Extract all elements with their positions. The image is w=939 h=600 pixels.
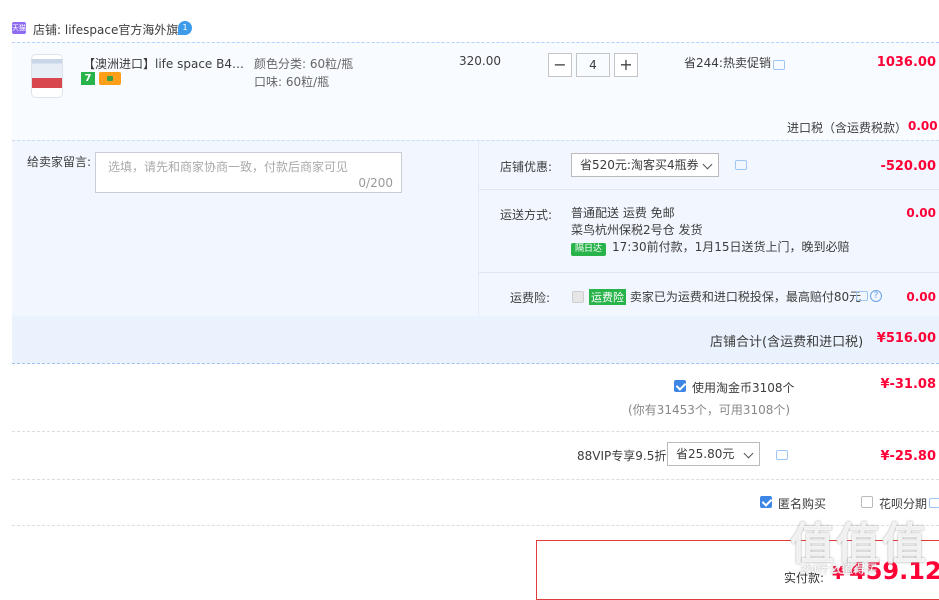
divider xyxy=(479,189,939,190)
shop-discount-label: 店铺优惠: xyxy=(499,160,552,174)
vip-discount-select[interactable]: 省25.80元 xyxy=(667,442,760,466)
shop-header: 天猫 店铺: lifespace官方海外旗 1 xyxy=(0,16,939,42)
divider xyxy=(12,431,939,432)
shop-total-label: 店铺合计(含运费和进口税) xyxy=(710,335,864,350)
promo-text: 省244:热卖促销 xyxy=(684,54,771,71)
shop-label: 店铺: xyxy=(33,23,62,37)
coins-value: ¥-31.08 xyxy=(880,377,936,392)
use-coins-label[interactable]: 使用淘金币3108个 xyxy=(692,379,795,396)
shop-name[interactable]: 店铺: lifespace官方海外旗 xyxy=(33,21,178,38)
coins-balance-note: (你有31453个，可用3108个) xyxy=(628,403,791,417)
import-tax-label: 进口税（含运费税款） xyxy=(787,121,908,135)
message-char-count: 0/200 xyxy=(358,176,393,190)
help-question-icon[interactable]: ? xyxy=(870,290,882,302)
shop-name-link[interactable]: lifespace官方海外旗 xyxy=(65,23,178,37)
chevron-down-icon xyxy=(702,159,713,170)
chevron-down-icon xyxy=(743,448,754,459)
shipping-eta: 隔日达 17:30前付款，1月15日送货上门，晚到必赔 xyxy=(571,239,850,256)
insurance-checkbox xyxy=(572,291,584,303)
import-tax-value: 0.00 xyxy=(908,119,938,133)
vip-value: ¥-25.80 xyxy=(880,449,936,464)
order-item-row: 【澳洲进口】life space B420益生菌 7 颜色分类: 60粒/瓶 口… xyxy=(12,42,939,141)
shipping-label: 运送方式: xyxy=(499,208,552,222)
vip-discount-label: 88VIP专享9.5折 xyxy=(577,449,667,463)
wangwang-chat-icon[interactable]: 1 xyxy=(178,21,192,35)
site-watermark-sub: zhi什么值得买 xyxy=(800,562,878,576)
shipping-value: 0.00 xyxy=(906,206,936,220)
vip-discount-selected: 省25.80元 xyxy=(676,447,735,461)
insurance-info: 运费险 卖家已为运费和进口税投保，最高赔付80元 xyxy=(589,288,861,305)
insurance-text: 卖家已为运费和进口税投保，最高赔付80元 xyxy=(629,290,862,304)
vip-info-icon[interactable] xyxy=(776,450,788,460)
promo-label: 省244:热卖促销 xyxy=(684,56,771,70)
discount-info-icon[interactable] xyxy=(735,160,747,170)
divider xyxy=(479,272,939,273)
qty-minus-button[interactable]: − xyxy=(548,53,572,77)
options-divider xyxy=(478,141,479,316)
shop-discount-selected: 省520元:淘客买4瓶券 xyxy=(580,158,699,172)
shop-discount-select[interactable]: 省520元:淘客买4瓶券 xyxy=(571,153,719,177)
product-image[interactable] xyxy=(32,55,62,97)
tmall-shop-icon: 天猫 xyxy=(12,22,26,34)
shipping-eta-text: 17:30前付款，1月15日送货上门，晚到必赔 xyxy=(612,240,850,254)
message-textarea[interactable]: 选填，请先和商家协商一致，付款后商家可见 0/200 xyxy=(95,152,402,193)
shop-total-bar: 店铺合计(含运费和进口税) ¥516.00 xyxy=(12,316,939,363)
next-day-badge: 隔日达 xyxy=(571,243,607,256)
message-label: 给卖家留言: xyxy=(27,155,92,169)
order-options: 给卖家留言: 选填，请先和商家协商一致，付款后商家可见 0/200 店铺优惠: … xyxy=(12,140,939,364)
insurance-chat-icon[interactable] xyxy=(856,291,868,301)
sku-info: 颜色分类: 60粒/瓶 口味: 60粒/瓶 xyxy=(254,55,353,91)
shipping-warehouse: 菜鸟杭州保税2号仓 发货 xyxy=(571,223,703,237)
shop-total-value: ¥516.00 xyxy=(876,331,936,346)
seven-day-return-icon: 7 xyxy=(81,72,95,85)
sku-taste: 口味: 60粒/瓶 xyxy=(254,75,330,89)
shipping-method: 普通配送 运费 免邮 xyxy=(571,206,675,220)
item-subtotal: 1036.00 xyxy=(876,55,936,70)
insurance-label: 运费险: xyxy=(509,291,550,305)
anonymous-checkbox[interactable] xyxy=(760,496,772,508)
divider xyxy=(12,479,939,480)
use-coins-checkbox[interactable] xyxy=(674,380,686,392)
shipping-details: 普通配送 运费 免邮 菜鸟杭州保税2号仓 发货 隔日达 17:30前付款，1月15… xyxy=(571,205,850,256)
qty-plus-button[interactable]: + xyxy=(614,53,638,77)
sku-color: 颜色分类: 60粒/瓶 xyxy=(254,57,354,71)
unit-price: 320.00 xyxy=(459,54,501,68)
huabei-checkbox[interactable] xyxy=(861,496,873,508)
credit-card-icon xyxy=(99,72,121,85)
message-placeholder: 选填，请先和商家协商一致，付款后商家可见 xyxy=(108,160,349,174)
shop-discount-value: -520.00 xyxy=(880,159,936,174)
qty-input[interactable]: 4 xyxy=(576,53,610,77)
huabei-info-icon[interactable] xyxy=(929,498,939,508)
insurance-value: 0.00 xyxy=(906,290,936,304)
product-title[interactable]: 【澳洲进口】life space B420益生菌 xyxy=(83,55,248,72)
insurance-badge: 运费险 xyxy=(589,289,626,305)
promo-info-icon[interactable] xyxy=(773,60,785,70)
